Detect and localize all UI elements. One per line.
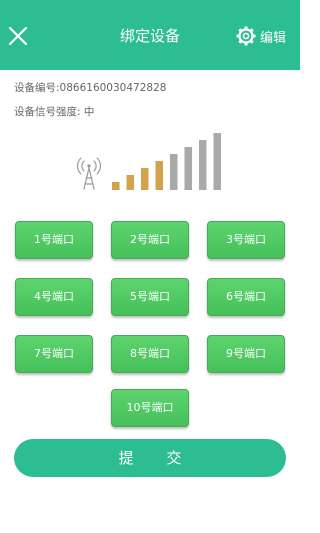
- signal-bar-4: [155, 161, 163, 190]
- port-button-8[interactable]: 8号端口: [111, 335, 189, 373]
- edit-button[interactable]: 编辑: [236, 25, 286, 47]
- signal-bar-3: [141, 168, 149, 190]
- submit-button[interactable]: 提 交: [14, 439, 286, 477]
- port-button-9[interactable]: 9号端口: [207, 335, 285, 373]
- port-button-5[interactable]: 5号端口: [111, 278, 189, 316]
- edit-label: 编辑: [260, 30, 287, 46]
- port-button-10[interactable]: 10号端口: [111, 389, 189, 427]
- signal-bar-7: [199, 140, 207, 190]
- port-button-2[interactable]: 2号端口: [111, 221, 189, 259]
- port-button-1[interactable]: 1号端口: [15, 221, 93, 259]
- device-id-text: 设备编号:0866160030472828: [14, 82, 167, 94]
- signal-bar-2: [126, 175, 134, 190]
- port-button-7[interactable]: 7号端口: [15, 335, 93, 373]
- signal-bar-6: [184, 147, 192, 190]
- signal-bar-8: [213, 133, 221, 190]
- port-button-4[interactable]: 4号端口: [15, 278, 93, 316]
- port-button-6[interactable]: 6号端口: [207, 278, 285, 316]
- title-bar: 绑定设备 编辑: [0, 0, 300, 70]
- signal-strength-text: 设备信号强度: 中: [14, 106, 95, 118]
- antenna-icon: [77, 157, 101, 190]
- signal-bar-1: [112, 182, 120, 190]
- signal-bar-5: [170, 154, 178, 190]
- gear-icon: [236, 26, 256, 46]
- port-button-3[interactable]: 3号端口: [207, 221, 285, 259]
